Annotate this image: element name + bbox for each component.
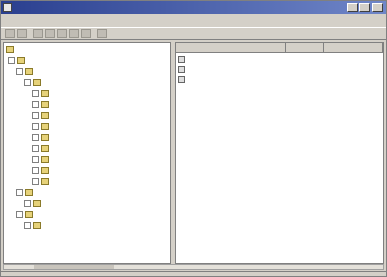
tree-node[interactable] xyxy=(32,89,170,99)
minimize-button[interactable] xyxy=(347,3,358,12)
back-icon[interactable] xyxy=(5,29,15,38)
tree-node[interactable] xyxy=(32,122,170,132)
expand-toggle-icon[interactable] xyxy=(16,68,23,75)
up-icon[interactable] xyxy=(33,29,43,38)
list-header xyxy=(176,43,383,53)
folder-icon xyxy=(25,189,33,196)
folder-icon xyxy=(33,222,41,229)
tree-node[interactable] xyxy=(24,221,170,231)
properties-icon[interactable] xyxy=(57,29,67,38)
folder-icon xyxy=(41,167,49,174)
naming-context-icon xyxy=(178,66,185,73)
expand-toggle-icon[interactable] xyxy=(32,90,39,97)
tree-node[interactable] xyxy=(24,199,170,209)
expand-toggle-icon[interactable] xyxy=(8,57,15,64)
folder-icon xyxy=(41,145,49,152)
folder-icon xyxy=(33,79,41,86)
scrollbar-thumb[interactable] xyxy=(34,265,114,269)
expand-toggle-icon[interactable] xyxy=(16,189,23,196)
folder-icon xyxy=(17,57,25,64)
maximize-button[interactable] xyxy=(359,3,370,12)
toolbar xyxy=(1,27,386,40)
folder-icon xyxy=(41,156,49,163)
folder-icon xyxy=(41,134,49,141)
expand-toggle-icon[interactable] xyxy=(32,156,39,163)
expand-toggle-icon[interactable] xyxy=(32,101,39,108)
tree-pane[interactable] xyxy=(3,42,171,264)
list-pane[interactable] xyxy=(175,42,384,264)
tree-node[interactable] xyxy=(32,155,170,165)
tree-node[interactable] xyxy=(8,56,168,66)
title-bar[interactable] xyxy=(1,1,386,14)
column-dn[interactable] xyxy=(324,43,383,53)
expand-toggle-icon[interactable] xyxy=(24,200,31,207)
app-window xyxy=(0,0,387,277)
folder-icon xyxy=(25,68,33,75)
refresh-icon[interactable] xyxy=(69,29,79,38)
tree-node[interactable] xyxy=(32,111,170,121)
expand-toggle-icon[interactable] xyxy=(32,167,39,174)
help-icon[interactable] xyxy=(97,29,107,38)
console-icon xyxy=(6,46,14,53)
list-item[interactable] xyxy=(176,55,383,65)
folder-icon xyxy=(41,123,49,130)
close-button[interactable] xyxy=(372,3,383,12)
export-icon[interactable] xyxy=(81,29,91,38)
forward-icon[interactable] xyxy=(17,29,27,38)
expand-toggle-icon[interactable] xyxy=(16,211,23,218)
list-item[interactable] xyxy=(176,65,383,75)
tree-node[interactable] xyxy=(32,133,170,143)
folder-icon xyxy=(41,90,49,97)
list-item[interactable] xyxy=(176,75,383,85)
naming-context-icon xyxy=(178,76,185,83)
folder-icon xyxy=(33,200,41,207)
app-icon xyxy=(3,3,12,12)
tree-node[interactable] xyxy=(16,210,170,220)
column-class[interactable] xyxy=(286,43,324,53)
horizontal-scrollbar[interactable] xyxy=(3,264,384,270)
tree-node[interactable] xyxy=(32,177,170,187)
folder-icon xyxy=(25,211,33,218)
tree-root[interactable] xyxy=(6,45,166,55)
delete-icon[interactable] xyxy=(45,29,55,38)
expand-toggle-icon[interactable] xyxy=(32,145,39,152)
folder-icon xyxy=(41,178,49,185)
expand-toggle-icon[interactable] xyxy=(32,134,39,141)
tree-node[interactable] xyxy=(32,100,170,110)
tree-node[interactable] xyxy=(32,166,170,176)
tree-node[interactable] xyxy=(16,188,170,198)
column-name[interactable] xyxy=(176,43,286,53)
naming-context-icon xyxy=(178,56,185,63)
tree-node[interactable] xyxy=(24,78,170,88)
status-bar xyxy=(1,271,386,277)
expand-toggle-icon[interactable] xyxy=(24,222,31,229)
tree-node[interactable] xyxy=(16,67,170,77)
folder-icon xyxy=(41,112,49,119)
expand-toggle-icon[interactable] xyxy=(32,123,39,130)
tree-node[interactable] xyxy=(32,144,170,154)
expand-toggle-icon[interactable] xyxy=(32,112,39,119)
folder-icon xyxy=(41,101,49,108)
expand-toggle-icon[interactable] xyxy=(24,79,31,86)
menu-bar xyxy=(1,15,386,26)
expand-toggle-icon[interactable] xyxy=(32,178,39,185)
